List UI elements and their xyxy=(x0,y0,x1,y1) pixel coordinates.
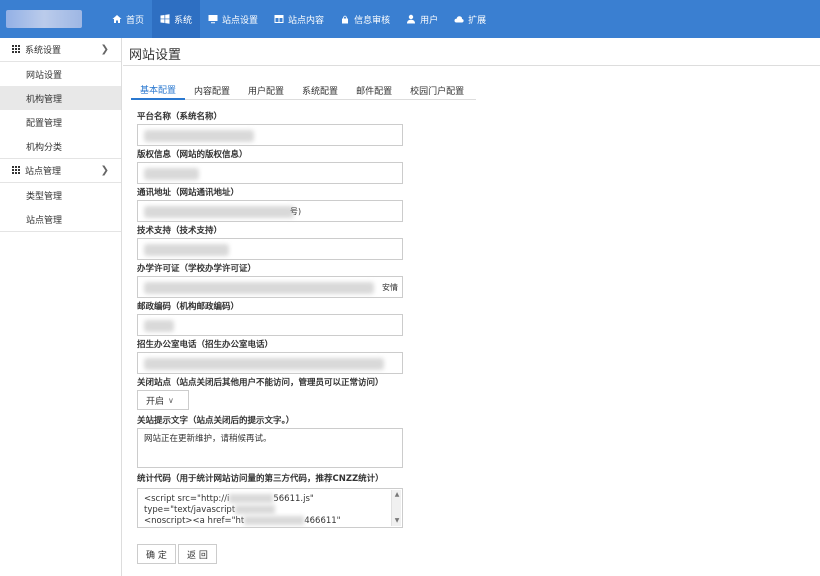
redacted-value xyxy=(144,206,294,218)
nav-label: 站点设置 xyxy=(222,15,259,26)
main-nav: 首页 系统 站点设置 站点内容 信息审核 用户 扩展 xyxy=(104,0,494,38)
platform-name-input[interactable] xyxy=(137,124,403,146)
platform-name-label: 平台名称（系统名称） xyxy=(137,112,223,122)
stats-code-text: 466611" xyxy=(304,516,341,526)
sidebar: 系统设置 ❯ 网站设置 机构管理 配置管理 机构分类 站点管理 ❯ 类型管理 站… xyxy=(0,38,122,576)
sidebar-item-site-management[interactable]: 站点管理 xyxy=(0,207,121,231)
copyright-label: 版权信息（网站的版权信息） xyxy=(137,150,248,160)
nav-label: 扩展 xyxy=(468,15,487,26)
redacted-value xyxy=(144,244,229,256)
close-notice-text: 网站正在更新维护，请稍候再试。 xyxy=(144,434,272,444)
sidebar-group-label: 站点管理 xyxy=(25,167,62,177)
stats-code-line: <script src="http://i 56611.js" xyxy=(144,494,396,505)
nav-label: 站点内容 xyxy=(288,15,325,26)
support-input[interactable] xyxy=(137,238,403,260)
home-icon xyxy=(112,15,122,23)
address-label: 通讯地址（网站通讯地址） xyxy=(137,188,240,198)
sidebar-item-config-management[interactable]: 配置管理 xyxy=(0,110,121,134)
top-navbar: 首页 系统 站点设置 站点内容 信息审核 用户 扩展 xyxy=(0,0,820,38)
tab-user-config[interactable]: 用户配置 xyxy=(239,80,293,100)
stats-code-line: <noscript><a href="ht 466611" xyxy=(144,516,396,527)
stats-code-text: <noscript><a href="ht xyxy=(144,516,245,526)
grid-icon xyxy=(12,166,21,175)
redacted-value xyxy=(144,282,374,294)
nav-label: 首页 xyxy=(126,15,145,26)
stats-code-text: 56611.js" xyxy=(273,494,314,504)
tab-system-config[interactable]: 系统配置 xyxy=(293,80,347,100)
main-content: 网站设置 基本配置 内容配置 用户配置 系统配置 邮件配置 校园门户配置 平台名… xyxy=(123,38,820,576)
divider xyxy=(123,65,820,66)
sidebar-item-type-management[interactable]: 类型管理 xyxy=(0,183,121,207)
stats-code-textarea[interactable]: <script src="http://i 56611.js" type="tex… xyxy=(137,488,403,528)
back-button[interactable]: 返 回 xyxy=(178,544,217,564)
tab-campus-portal-config[interactable]: 校园门户配置 xyxy=(401,80,473,100)
redacted-value xyxy=(229,494,274,503)
close-notice-textarea[interactable]: 网站正在更新维护，请稍候再试。 xyxy=(137,428,403,468)
sidebar-group-label: 系统设置 xyxy=(25,46,62,56)
stats-code-text: <script src="http://i xyxy=(144,494,230,504)
nav-site-content[interactable]: 站点内容 xyxy=(266,0,332,38)
logo xyxy=(6,10,82,28)
nav-label: 系统 xyxy=(174,15,193,26)
address-input[interactable]: 号) xyxy=(137,200,403,222)
support-label: 技术支持（技术支持） xyxy=(137,226,223,236)
sidebar-item-site-settings[interactable]: 网站设置 xyxy=(0,62,121,86)
scroll-up-icon[interactable]: ▲ xyxy=(392,490,402,500)
stats-code-label: 统计代码（用于统计网站访问量的第三方代码，推荐CNZZ统计） xyxy=(137,474,384,484)
stats-code-text: type="text/javascript xyxy=(144,505,236,515)
license-label: 办学许可证（学校办学许可证） xyxy=(137,264,257,274)
sidebar-group-site-management[interactable]: 站点管理 ❯ xyxy=(0,159,121,183)
nav-site-settings[interactable]: 站点设置 xyxy=(200,0,266,38)
close-site-select[interactable]: 开启 ∨ xyxy=(137,390,189,410)
cloud-icon xyxy=(454,16,464,23)
license-input[interactable]: 安情 xyxy=(137,276,403,298)
scrollbar[interactable]: ▲ ▼ xyxy=(391,490,401,526)
nav-info-review[interactable]: 信息审核 xyxy=(332,0,398,38)
tab-mail-config[interactable]: 邮件配置 xyxy=(347,80,401,100)
redacted-value xyxy=(235,505,276,514)
windows-icon xyxy=(160,14,170,24)
user-icon xyxy=(407,14,416,24)
divider xyxy=(0,231,121,232)
nav-user[interactable]: 用户 xyxy=(398,0,446,38)
config-tabs: 基本配置 内容配置 用户配置 系统配置 邮件配置 校园门户配置 xyxy=(131,80,476,100)
sidebar-item-org-management[interactable]: 机构管理 xyxy=(0,86,121,110)
redacted-value xyxy=(144,168,199,180)
nav-label: 信息审核 xyxy=(354,15,391,26)
redacted-value xyxy=(144,358,384,370)
scroll-down-icon[interactable]: ▼ xyxy=(392,516,402,526)
close-site-value: 开启 xyxy=(146,396,165,407)
close-site-label: 关闭站点（站点关闭后其他用户不能访问，管理员可以正常访问） xyxy=(137,378,384,388)
redacted-value xyxy=(244,516,305,525)
nav-system[interactable]: 系统 xyxy=(152,0,201,38)
stats-code-line: type="text/javascript xyxy=(144,505,396,516)
postcode-label: 邮政编码（机构邮政编码） xyxy=(137,302,240,312)
sidebar-group-system-settings[interactable]: 系统设置 ❯ xyxy=(0,38,121,62)
confirm-button[interactable]: 确 定 xyxy=(137,544,176,564)
nav-extend[interactable]: 扩展 xyxy=(446,0,494,38)
nav-home[interactable]: 首页 xyxy=(104,0,152,38)
phone-label: 招生办公室电话（招生办公室电话） xyxy=(137,340,274,350)
tab-content-config[interactable]: 内容配置 xyxy=(185,80,239,100)
chevron-right-icon: ❯ xyxy=(100,44,109,55)
page-title: 网站设置 xyxy=(129,48,182,63)
sidebar-item-org-category[interactable]: 机构分类 xyxy=(0,134,121,158)
lock-icon xyxy=(342,15,349,24)
close-notice-label: 关站提示文字（站点关闭后的提示文字。） xyxy=(137,416,295,426)
monitor-icon xyxy=(208,15,218,24)
license-tail-text: 安情 xyxy=(382,283,398,292)
nav-label: 用户 xyxy=(420,15,439,26)
grid-icon xyxy=(12,45,21,54)
tab-basic-config[interactable]: 基本配置 xyxy=(131,80,186,100)
redacted-value xyxy=(144,130,254,142)
chevron-right-icon: ❯ xyxy=(100,165,109,176)
address-tail-text: 号) xyxy=(290,207,302,216)
chevron-down-icon: ∨ xyxy=(168,395,174,405)
copyright-input[interactable] xyxy=(137,162,403,184)
postcode-input[interactable] xyxy=(137,314,403,336)
table-icon xyxy=(274,15,284,23)
redacted-value xyxy=(144,320,174,332)
phone-input[interactable] xyxy=(137,352,403,374)
